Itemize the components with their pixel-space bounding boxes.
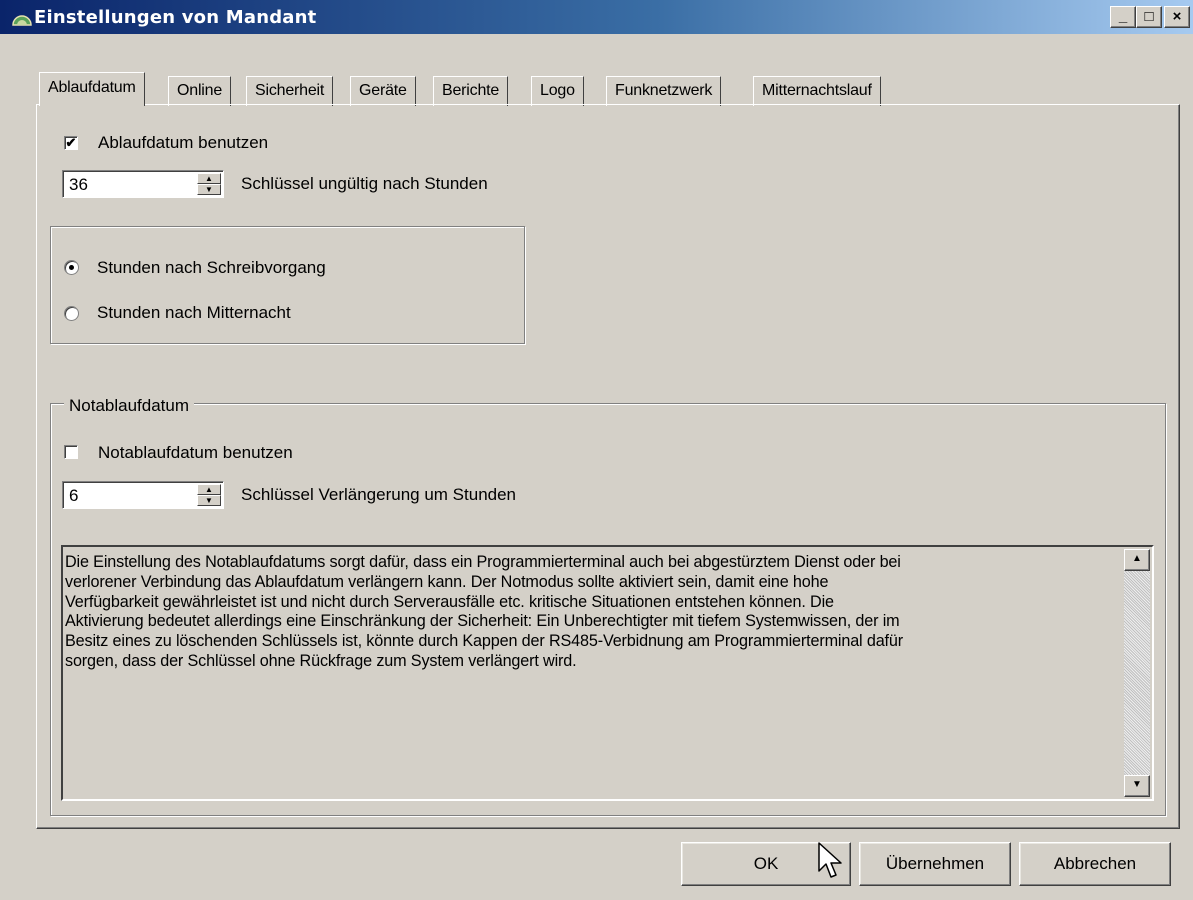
arrow-up-icon: ▲ [1132, 553, 1142, 564]
tab-label: Berichte [442, 82, 500, 99]
cancel-label: Abbrechen [1053, 854, 1137, 873]
scroll-up-button[interactable]: ▲ [1124, 549, 1150, 571]
maximize-icon: □ [1144, 8, 1154, 25]
radio-after-midnight[interactable] [64, 306, 79, 321]
emergency-hours-label: Schlüssel Verlängerung um Stunden [241, 485, 517, 504]
tab-label: Geräte [359, 82, 407, 99]
tab-label: Online [177, 82, 223, 99]
tab-label: Funknetzwerk [615, 82, 713, 99]
window-title: Einstellungen von Mandant [34, 7, 317, 28]
tab-geraete[interactable]: Geräte [350, 76, 416, 106]
apply-button[interactable]: Übernehmen [859, 842, 1011, 886]
tab-label: Logo [540, 82, 575, 99]
description-text: Die Einstellung des Notablaufdatums sorg… [65, 553, 1115, 672]
mouse-cursor-icon [818, 842, 842, 878]
expiry-hours-stepper[interactable]: 36 ▲ ▼ [62, 170, 224, 198]
spin-up-button[interactable]: ▲ [197, 173, 221, 184]
cancel-button[interactable]: Abbrechen [1019, 842, 1171, 886]
spin-buttons: ▲ ▼ [197, 484, 221, 506]
emergency-hours-stepper[interactable]: 6 ▲ ▼ [62, 481, 224, 509]
tab-online[interactable]: Online [168, 76, 232, 106]
use-emergency-checkbox[interactable] [64, 445, 78, 459]
ok-label: OK [753, 854, 779, 873]
use-emergency-label: Notablaufdatum benutzen [98, 443, 293, 462]
expiry-mode-group [50, 226, 525, 344]
minimize-button[interactable]: _ [1110, 6, 1136, 28]
maximize-button[interactable]: □ [1136, 6, 1162, 28]
use-expiry-label: Ablaufdatum benutzen [98, 133, 269, 152]
apply-label: Übernehmen [885, 854, 985, 873]
description-line: Die Einstellung des Notablaufdatums sorg… [65, 553, 901, 571]
spin-down-button[interactable]: ▼ [197, 495, 221, 506]
description-line: Besitz eines zu löschenden Schlüssels is… [65, 632, 903, 651]
arrow-up-icon: ▲ [205, 485, 213, 494]
description-line: sorgen, dass der Schlüssel ohne Rückfrag… [65, 651, 577, 670]
tab-berichte[interactable]: Berichte [433, 76, 509, 106]
radio-after-write-label: Stunden nach Schreibvorgang [97, 258, 326, 277]
tab-ablaufdatum[interactable]: Ablaufdatum [39, 72, 145, 106]
tab-sicherheit[interactable]: Sicherheit [246, 76, 334, 106]
arrow-down-icon: ▼ [205, 185, 213, 194]
description-line: Aktivierung bedeutet allerdings eine Ein… [65, 612, 900, 631]
spin-down-button[interactable]: ▼ [197, 184, 221, 195]
tab-mitternachtslauf[interactable]: Mitternachtslauf [753, 76, 881, 106]
arrow-down-icon: ▼ [1132, 779, 1142, 790]
minimize-icon: _ [1118, 8, 1128, 25]
close-button[interactable]: × [1164, 6, 1190, 28]
radio-after-midnight-label: Stunden nach Mitternacht [97, 303, 291, 322]
arrow-down-icon: ▼ [205, 496, 213, 505]
description-line: verlorener Verbindung das Ablaufdatum ve… [65, 572, 829, 591]
spin-buttons: ▲ ▼ [197, 173, 221, 195]
emergency-group-title: Notablaufdatum [64, 396, 195, 416]
vertical-scrollbar[interactable]: ▲ ▼ [1124, 549, 1150, 797]
tab-funknetzwerk[interactable]: Funknetzwerk [606, 76, 722, 106]
tab-logo[interactable]: Logo [531, 76, 584, 106]
expiry-hours-value: 36 [69, 175, 88, 194]
app-icon [12, 15, 32, 26]
title-bar[interactable]: Einstellungen von Mandant _ □ × [0, 0, 1193, 34]
close-icon: × [1172, 8, 1182, 25]
emergency-hours-value: 6 [69, 486, 79, 505]
tab-label: Mitternachtslauf [762, 82, 872, 99]
check-icon: ✔ [65, 135, 77, 150]
description-line: Verfügbarkeit gewährleistet ist und nich… [65, 592, 834, 611]
scroll-down-button[interactable]: ▼ [1124, 775, 1150, 797]
expiry-hours-label: Schlüssel ungültig nach Stunden [241, 174, 488, 193]
use-expiry-checkbox[interactable]: ✔ [64, 136, 78, 150]
tab-label: Sicherheit [255, 82, 325, 99]
arrow-up-icon: ▲ [205, 174, 213, 183]
description-textarea[interactable]: Die Einstellung des Notablaufdatums sorg… [61, 545, 1154, 801]
radio-after-write[interactable] [64, 260, 79, 275]
spin-up-button[interactable]: ▲ [197, 484, 221, 495]
radio-dot-icon [69, 265, 74, 270]
tab-label: Ablaufdatum [48, 79, 136, 96]
